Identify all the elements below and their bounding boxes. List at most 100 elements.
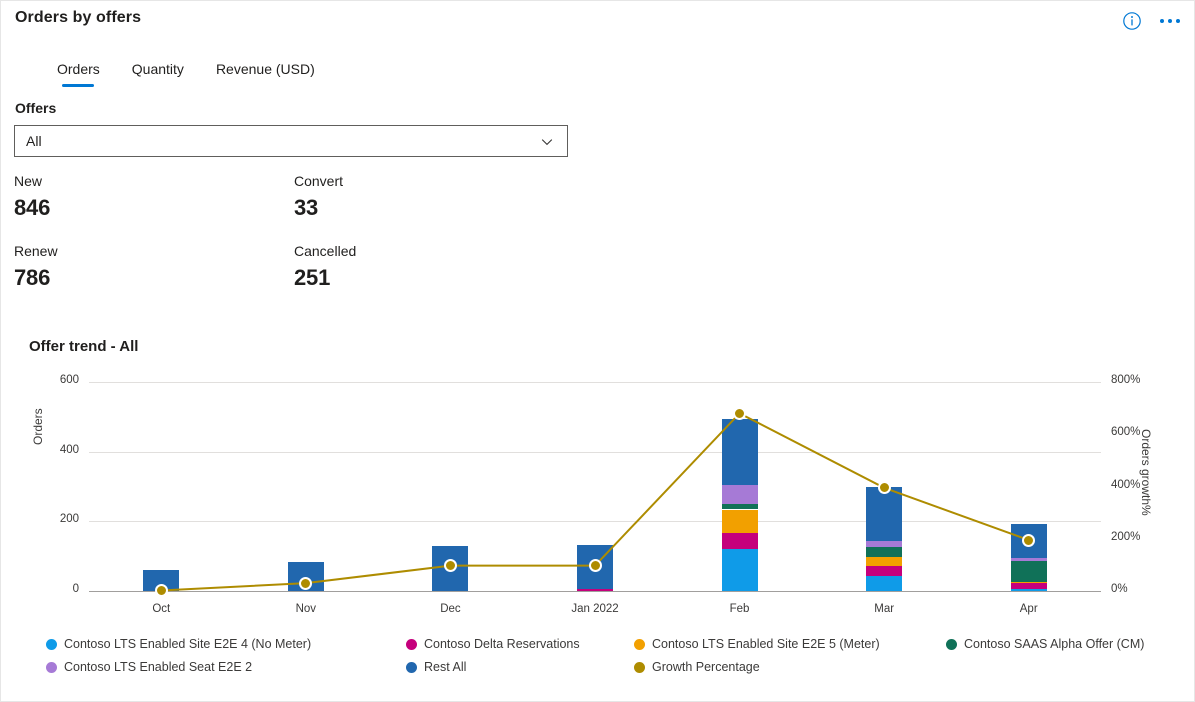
y2-axis-tick-label: 0% [1111,583,1128,595]
y-axis-tick-label: 200 [43,513,79,525]
legend-swatch-icon [46,639,57,650]
chart-bar[interactable] [866,487,902,592]
bar-segment[interactable] [1011,589,1047,591]
bar-segment[interactable] [577,589,613,591]
legend-item-3[interactable]: Contoso SAAS Alpha Offer (CM) [946,637,1144,651]
kpi-cancelled: Cancelled 251 [294,241,574,295]
legend-label: Contoso LTS Enabled Site E2E 4 (No Meter… [64,637,311,651]
offers-dropdown[interactable]: All [14,125,568,157]
bar-segment[interactable] [722,504,758,509]
kpi-grid: New 846 Convert 33 Renew 786 Cancelled 2… [14,171,574,295]
x-axis-tick-label: Apr [979,603,1079,615]
bar-segment[interactable] [866,576,902,591]
kpi-convert-value: 33 [294,191,574,225]
x-axis-line [89,591,1101,592]
legend-row-1: Contoso LTS Enabled Site E2E 4 (No Meter… [46,637,1176,651]
y2-axis-tick-label: 800% [1111,374,1140,386]
legend-swatch-icon [946,639,957,650]
legend-item-6[interactable]: Growth Percentage [634,660,946,674]
kpi-cancelled-label: Cancelled [294,241,574,261]
legend-item-4[interactable]: Contoso LTS Enabled Seat E2E 2 [46,660,406,674]
kpi-renew-label: Renew [14,241,294,261]
line-data-point[interactable] [878,481,891,494]
chart-legend: Contoso LTS Enabled Site E2E 4 (No Meter… [46,637,1176,674]
bar-segment[interactable] [722,533,758,549]
more-options-icon[interactable] [1158,15,1182,27]
legend-label: Contoso LTS Enabled Seat E2E 2 [64,660,252,674]
y2-axis-tick-label: 400% [1111,479,1140,491]
x-axis-tick-label: Mar [834,603,934,615]
chevron-down-icon [541,135,553,147]
line-data-point[interactable] [589,559,602,572]
bar-segment[interactable] [722,485,758,504]
y-axis-tick-label: 0 [43,583,79,595]
kpi-cancelled-value: 251 [294,261,574,295]
bar-segment[interactable] [866,547,902,557]
legend-row-2: Contoso LTS Enabled Seat E2E 2 Rest All … [46,660,1176,674]
metric-tabs: Orders Quantity Revenue (USD) [41,61,331,87]
gridline [89,452,1101,453]
kpi-new: New 846 [14,171,294,225]
y2-axis-tick-label: 200% [1111,531,1140,543]
line-data-point[interactable] [155,584,168,597]
x-axis-tick-label: Jan 2022 [545,603,645,615]
offer-trend-chart: 0 200 400 600 0% 200% 400% 600% 800% Oct Nov Dec Jan… [1,367,1195,627]
legend-label: Contoso LTS Enabled Site E2E 5 (Meter) [652,637,880,651]
tab-quantity-label: Quantity [132,61,184,77]
tab-revenue[interactable]: Revenue (USD) [200,61,331,87]
bar-segment[interactable] [866,557,902,566]
y2-axis-tick-label: 600% [1111,426,1140,438]
legend-label: Rest All [424,660,466,674]
chart-title: Offer trend - All [29,338,138,355]
offers-filter-label: Offers [15,100,56,116]
bar-segment[interactable] [866,541,902,548]
legend-swatch-icon [46,662,57,673]
kpi-renew-value: 786 [14,261,294,295]
line-data-point[interactable] [444,559,457,572]
legend-item-2[interactable]: Contoso LTS Enabled Site E2E 5 (Meter) [634,637,946,651]
kpi-new-value: 846 [14,191,294,225]
x-axis-tick-label: Nov [256,603,356,615]
gridline [89,521,1101,522]
bar-segment[interactable] [722,510,758,533]
legend-swatch-icon [634,662,645,673]
chart-bar[interactable] [722,419,758,591]
legend-swatch-icon [406,639,417,650]
bar-segment[interactable] [722,419,758,485]
bar-segment[interactable] [1011,558,1047,561]
kpi-new-label: New [14,171,294,191]
x-axis-tick-label: Oct [111,603,211,615]
legend-label: Contoso Delta Reservations [424,637,580,651]
tab-quantity[interactable]: Quantity [116,61,200,87]
tab-orders[interactable]: Orders [41,61,116,87]
header-icon-group [1122,11,1182,31]
legend-item-0[interactable]: Contoso LTS Enabled Site E2E 4 (No Meter… [46,637,406,651]
bar-segment[interactable] [722,549,758,591]
y-axis-tick-label: 400 [43,444,79,456]
legend-swatch-icon [406,662,417,673]
line-data-point[interactable] [299,577,312,590]
page-title: Orders by offers [15,9,141,27]
x-axis-tick-label: Dec [400,603,500,615]
y-axis-tick-label: 600 [43,374,79,386]
bar-segment[interactable] [866,566,902,576]
offers-dropdown-value: All [15,133,541,149]
legend-item-5[interactable]: Rest All [406,660,634,674]
tab-revenue-label: Revenue (USD) [216,61,315,77]
line-data-point[interactable] [733,407,746,420]
bar-segment[interactable] [866,487,902,541]
bar-segment[interactable] [1011,561,1047,582]
gridline [89,382,1101,383]
tab-orders-label: Orders [57,61,100,77]
orders-by-offers-card: Orders by offers Orders Quantity Revenue… [0,0,1195,702]
kpi-convert: Convert 33 [294,171,574,225]
legend-item-1[interactable]: Contoso Delta Reservations [406,637,634,651]
legend-swatch-icon [634,639,645,650]
bar-segment[interactable] [1011,582,1047,583]
kpi-convert-label: Convert [294,171,574,191]
legend-label: Contoso SAAS Alpha Offer (CM) [964,637,1144,651]
line-data-point[interactable] [1022,534,1035,547]
info-icon[interactable] [1122,11,1142,31]
kpi-renew: Renew 786 [14,241,294,295]
bar-segment[interactable] [1011,583,1047,589]
